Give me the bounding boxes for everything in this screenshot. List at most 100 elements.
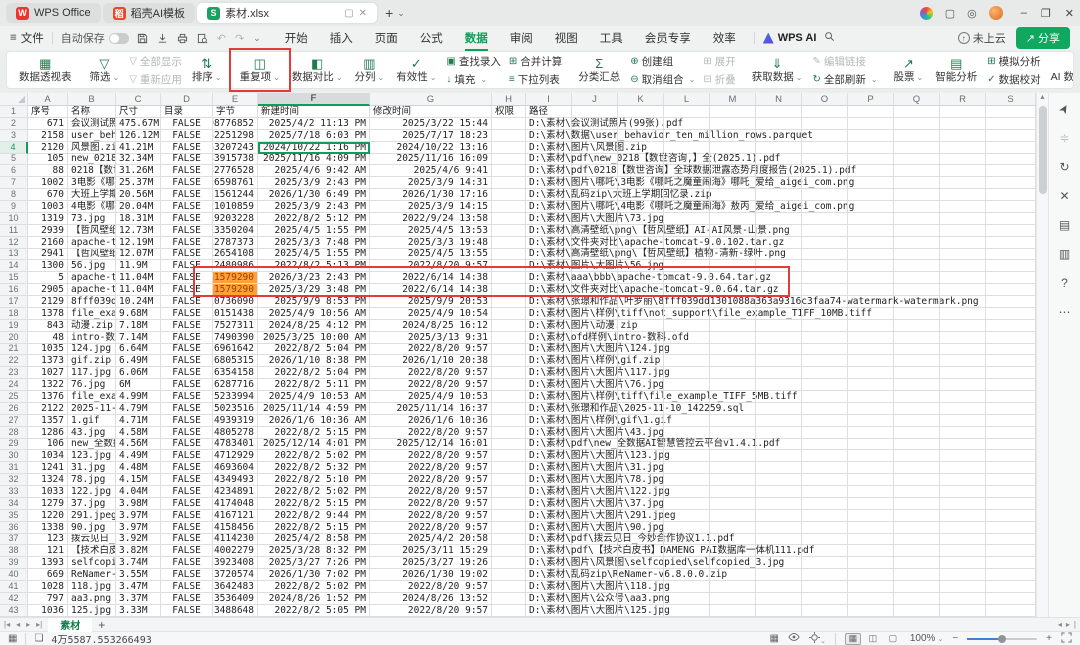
cell[interactable]: D:\素材\图片\大图片\118.jpg xyxy=(526,581,670,593)
cell[interactable] xyxy=(572,212,618,225)
cell[interactable]: 3电影《哪 xyxy=(68,177,116,190)
ribbon-button-全部显示[interactable]: ▽ 全部显示 xyxy=(126,54,185,69)
cell[interactable] xyxy=(940,117,986,130)
cell[interactable] xyxy=(848,569,894,581)
cell[interactable] xyxy=(940,379,986,391)
cell[interactable] xyxy=(894,117,940,130)
cell[interactable] xyxy=(572,331,618,344)
column-header-O[interactable]: O xyxy=(802,93,848,106)
cell[interactable] xyxy=(986,379,1036,391)
cell[interactable]: 2024/10/22 1:16 PM xyxy=(258,141,370,154)
cell[interactable]: 12.07M xyxy=(116,248,161,261)
cell[interactable]: FALSE xyxy=(161,201,213,213)
cell[interactable] xyxy=(848,474,894,486)
select-cursor-icon[interactable]: ➤ xyxy=(1056,101,1073,117)
cell[interactable]: 2025/4/2 11:13 PM xyxy=(258,117,370,130)
ribbon-button-数据校对[interactable]: ✓ 数据校对 xyxy=(984,72,1043,87)
cell[interactable]: FALSE xyxy=(161,153,213,166)
cell[interactable] xyxy=(664,331,710,344)
cell[interactable]: 32.34M xyxy=(116,153,161,166)
cell[interactable] xyxy=(492,355,526,368)
cell[interactable]: FALSE xyxy=(161,545,213,558)
cell[interactable]: 291.jpeg xyxy=(68,509,116,522)
cell[interactable]: 1003 xyxy=(28,201,68,213)
cell[interactable]: 2025/3/27 7:26 PM xyxy=(258,557,370,570)
cell[interactable] xyxy=(894,189,940,201)
cell[interactable] xyxy=(756,533,802,546)
cell[interactable] xyxy=(802,236,848,249)
cell[interactable]: 4693604 xyxy=(213,462,258,475)
cell[interactable] xyxy=(940,592,986,605)
cell[interactable] xyxy=(802,426,848,439)
cell[interactable]: 2025/7/17 18:23 xyxy=(370,129,492,142)
cell[interactable]: 1220 xyxy=(28,509,68,522)
cell[interactable] xyxy=(894,272,940,285)
cell[interactable]: 475.67M xyxy=(116,117,161,130)
cell[interactable] xyxy=(802,106,848,118)
cell[interactable] xyxy=(756,153,802,166)
ribbon-button-重复项[interactable]: ◫ 重复项 ⌄ xyxy=(235,54,285,86)
cell[interactable] xyxy=(848,201,894,213)
cell[interactable] xyxy=(618,521,664,534)
cell[interactable]: FALSE xyxy=(161,165,213,178)
cell[interactable] xyxy=(710,284,756,296)
cell[interactable] xyxy=(802,296,848,308)
cell[interactable]: 2025/3/22 15:44 xyxy=(370,117,492,130)
cell[interactable]: D:\素材\图片\大图片\76.jpg xyxy=(526,379,664,391)
cell[interactable] xyxy=(894,141,940,154)
cell[interactable] xyxy=(802,569,848,581)
menu-tab-效率[interactable]: 效率 xyxy=(703,27,746,49)
cell[interactable] xyxy=(986,391,1036,403)
cell[interactable] xyxy=(710,414,756,427)
cell[interactable]: 4.71M xyxy=(116,414,161,427)
row-header-16[interactable]: 16 xyxy=(0,284,28,296)
row-header-28[interactable]: 28 xyxy=(0,426,28,439)
cell[interactable]: FALSE xyxy=(161,581,213,593)
cell[interactable] xyxy=(986,129,1036,142)
cell[interactable] xyxy=(492,307,526,320)
cell[interactable] xyxy=(756,129,802,142)
cell[interactable] xyxy=(618,581,664,593)
redo-icon[interactable]: ↷ xyxy=(235,32,244,45)
menu-tab-插入[interactable]: 插入 xyxy=(320,27,363,49)
cell[interactable] xyxy=(848,331,894,344)
cell[interactable] xyxy=(894,497,940,510)
cell[interactable] xyxy=(664,355,710,368)
cell[interactable]: 2022/8/20 9:57 xyxy=(370,367,492,380)
cell[interactable] xyxy=(492,545,526,558)
cell[interactable]: 2022/8/2 5:04 PM xyxy=(258,367,370,380)
cell[interactable]: 2022/8/2 5:15 PM xyxy=(258,497,370,510)
cell[interactable] xyxy=(572,343,618,356)
cell[interactable]: 76.jpg xyxy=(68,379,116,391)
cell[interactable] xyxy=(572,177,618,190)
cell[interactable] xyxy=(986,224,1036,237)
column-header-M[interactable]: M xyxy=(710,93,756,106)
cell[interactable] xyxy=(664,236,710,249)
cell[interactable] xyxy=(618,212,664,225)
cell[interactable] xyxy=(664,319,710,332)
cell[interactable]: FALSE xyxy=(161,212,213,225)
cell[interactable] xyxy=(710,307,756,320)
save-icon[interactable] xyxy=(137,33,148,44)
cell[interactable]: 2022/8/20 9:57 xyxy=(370,450,492,463)
cell[interactable]: selfcopied xyxy=(68,557,116,570)
cell[interactable] xyxy=(940,474,986,486)
cell[interactable]: D:\素材\图片\大图片\125.jpg xyxy=(526,605,670,617)
zoom-level[interactable]: 100% ⌄ xyxy=(910,633,943,644)
cell[interactable]: 3720574 xyxy=(213,569,258,581)
cell[interactable] xyxy=(756,296,802,308)
ribbon-button-数据透视表[interactable]: ▦ 数据透视表 xyxy=(14,54,77,86)
cell[interactable] xyxy=(710,545,756,558)
cell[interactable]: D:\素材\图片\公众号\aa3.png xyxy=(526,593,670,605)
cell[interactable] xyxy=(848,557,894,570)
cell[interactable]: 1393 xyxy=(28,557,68,570)
cell[interactable] xyxy=(664,284,710,296)
globe-icon[interactable]: ◎ xyxy=(967,7,977,20)
cell[interactable] xyxy=(802,212,848,225)
cell[interactable]: 12480986 xyxy=(213,260,258,273)
cell[interactable] xyxy=(894,521,940,534)
cell[interactable]: 2024/10/22 13:16 xyxy=(370,141,492,154)
cell[interactable] xyxy=(848,402,894,415)
cell[interactable]: 121 xyxy=(28,545,68,558)
row-header-42[interactable]: 42 xyxy=(0,592,28,605)
